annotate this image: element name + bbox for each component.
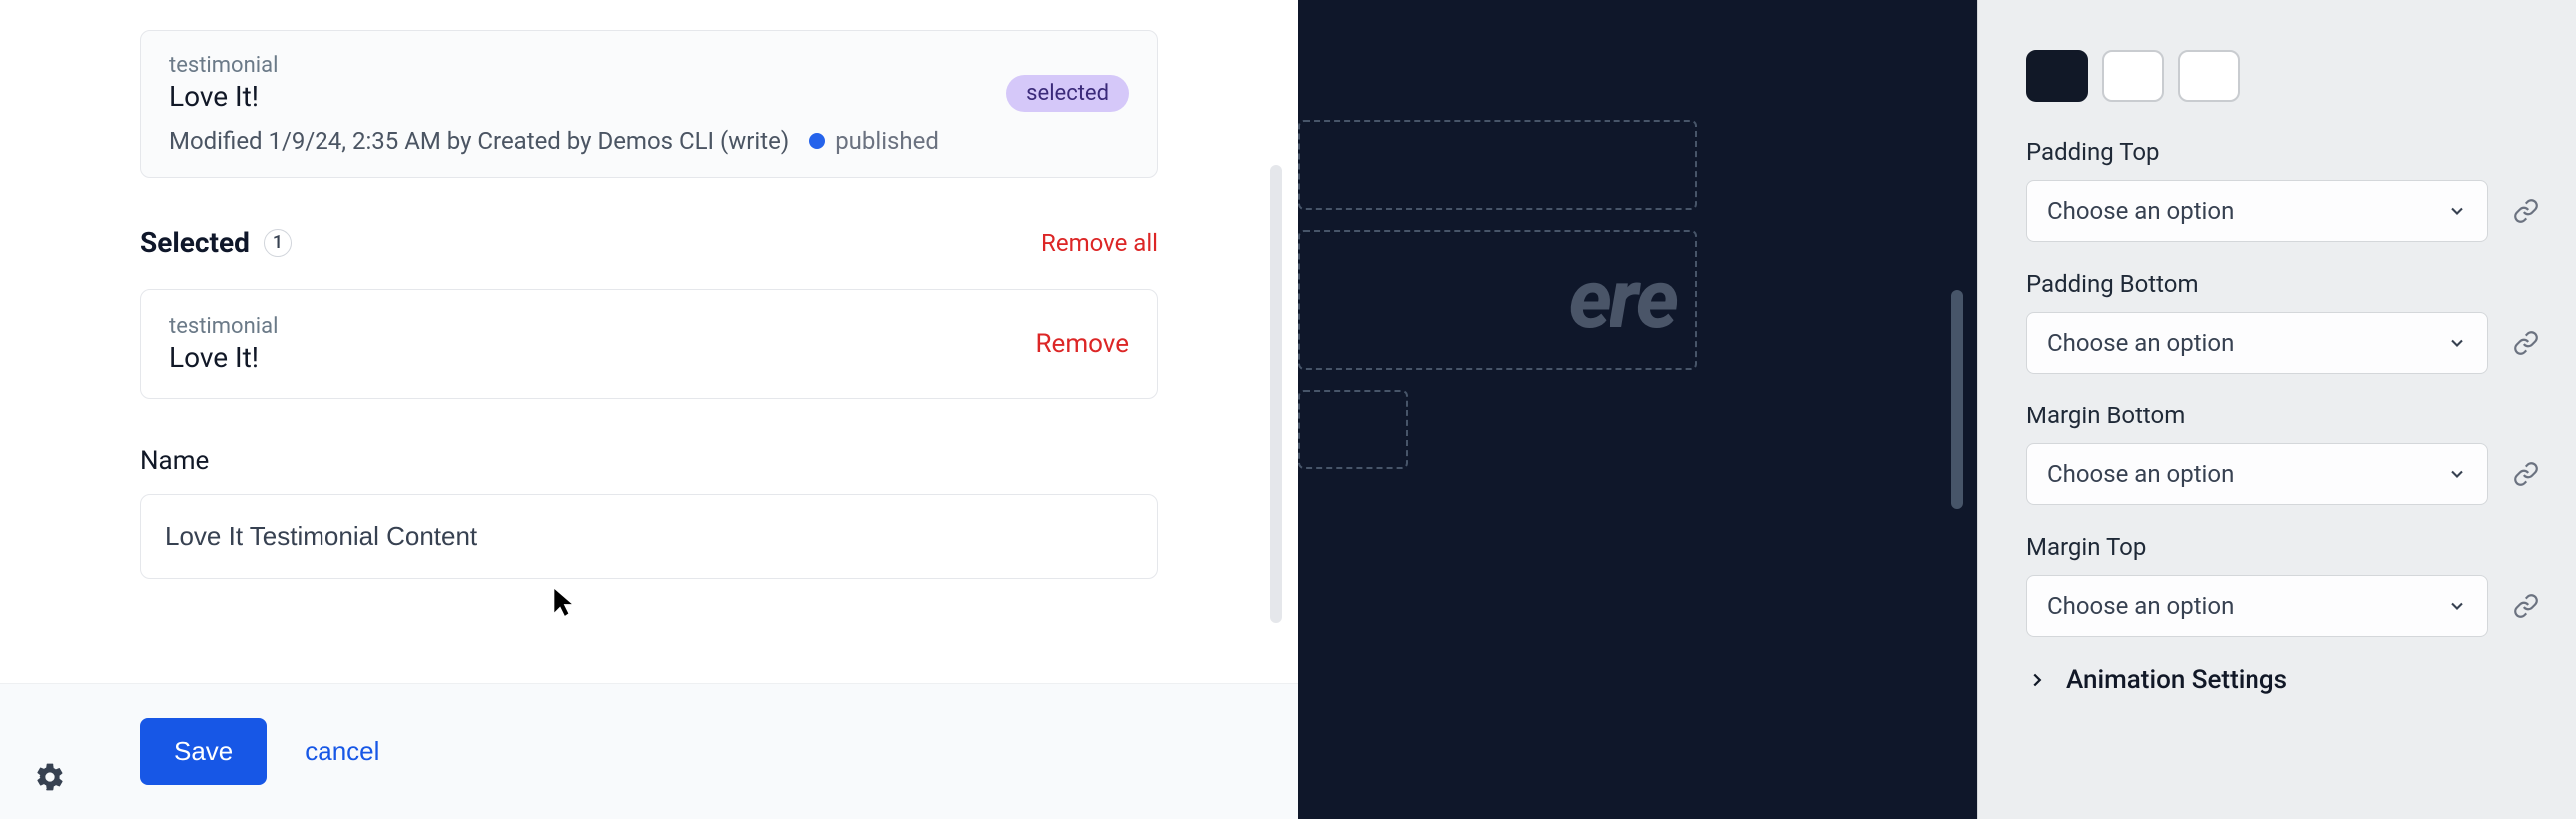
selected-item-title: Love It! [169,341,278,374]
selected-heading: Selected 1 [140,226,292,259]
link-values-button[interactable] [2506,191,2546,231]
select-value: Choose an option [2047,592,2234,620]
settings-gear-button[interactable] [30,757,70,797]
name-field-label: Name [140,446,1158,476]
modal-footer: Save cancel [0,683,1298,819]
selected-badge: selected [1006,75,1129,112]
margin-bottom-select[interactable]: Choose an option [2026,443,2488,505]
margin-top-select[interactable]: Choose an option [2026,575,2488,637]
scrollbar-thumb[interactable] [1270,165,1282,623]
result-modified-meta: Modified 1/9/24, 2:35 AM by Created by D… [169,127,789,155]
placeholder-block[interactable] [1298,120,1697,210]
selected-section-header: Selected 1 Remove all [140,226,1158,259]
prop-label: Margin Top [2026,533,2546,561]
prop-label: Padding Bottom [2026,270,2546,298]
prop-padding-top: Padding Top Choose an option [2026,138,2546,242]
content-modal: testimonial Love It! Modified 1/9/24, 2:… [0,0,1298,819]
link-values-button[interactable] [2506,454,2546,494]
selected-heading-text: Selected [140,226,250,259]
properties-panel: Padding Top Choose an option Padding Bot… [1977,0,2576,819]
canvas-heading-placeholder: ere [1298,230,1697,370]
swatch-light[interactable] [2102,50,2164,102]
select-value: Choose an option [2047,460,2234,488]
prop-padding-bottom: Padding Bottom Choose an option [2026,270,2546,374]
link-values-button[interactable] [2506,586,2546,626]
padding-top-select[interactable]: Choose an option [2026,180,2488,242]
chevron-down-icon [2447,201,2467,221]
select-value: Choose an option [2047,329,2234,357]
save-button[interactable]: Save [140,718,267,785]
selected-item-tag: testimonial [169,314,278,339]
chevron-right-icon [2026,669,2048,691]
result-meta-row: Modified 1/9/24, 2:35 AM by Created by D… [169,127,1129,155]
gear-icon [34,761,66,793]
swatch-light[interactable] [2178,50,2240,102]
canvas-scrollbar-thumb[interactable] [1951,290,1963,509]
select-value: Choose an option [2047,197,2234,225]
selected-item-card: testimonial Love It! Remove [140,289,1158,399]
padding-bottom-select[interactable]: Choose an option [2026,312,2488,374]
placeholder-block[interactable] [1298,390,1408,469]
link-icon [2513,461,2539,487]
selected-item-left: testimonial Love It! [169,314,278,374]
search-result-card[interactable]: testimonial Love It! Modified 1/9/24, 2:… [140,30,1158,178]
link-icon [2513,330,2539,356]
prop-margin-bottom: Margin Bottom Choose an option [2026,402,2546,505]
modal-body: testimonial Love It! Modified 1/9/24, 2:… [0,0,1298,683]
chevron-down-icon [2447,464,2467,484]
status-dot-icon [809,133,825,149]
remove-item-link[interactable]: Remove [1036,329,1129,359]
selected-count-badge: 1 [264,229,292,257]
chevron-down-icon [2447,596,2467,616]
result-status: published [809,127,939,155]
accordion-label: Animation Settings [2066,665,2287,695]
prop-label: Padding Top [2026,138,2546,166]
result-title: Love It! [169,80,1129,113]
result-type-tag: testimonial [169,53,1129,78]
cancel-button[interactable]: cancel [305,736,379,767]
swatch-dark[interactable] [2026,50,2088,102]
modal-scrollbar[interactable] [1270,50,1282,623]
animation-settings-accordion[interactable]: Animation Settings [2026,665,2546,695]
name-input[interactable] [140,494,1158,579]
link-icon [2513,198,2539,224]
prop-margin-top: Margin Top Choose an option [2026,533,2546,637]
link-icon [2513,593,2539,619]
link-values-button[interactable] [2506,323,2546,363]
canvas-preview: ere [1298,0,1977,819]
status-label: published [835,127,939,155]
prop-label: Margin Bottom [2026,402,2546,429]
chevron-down-icon [2447,333,2467,353]
background-swatch-row [2026,50,2546,102]
remove-all-link[interactable]: Remove all [1041,229,1158,257]
